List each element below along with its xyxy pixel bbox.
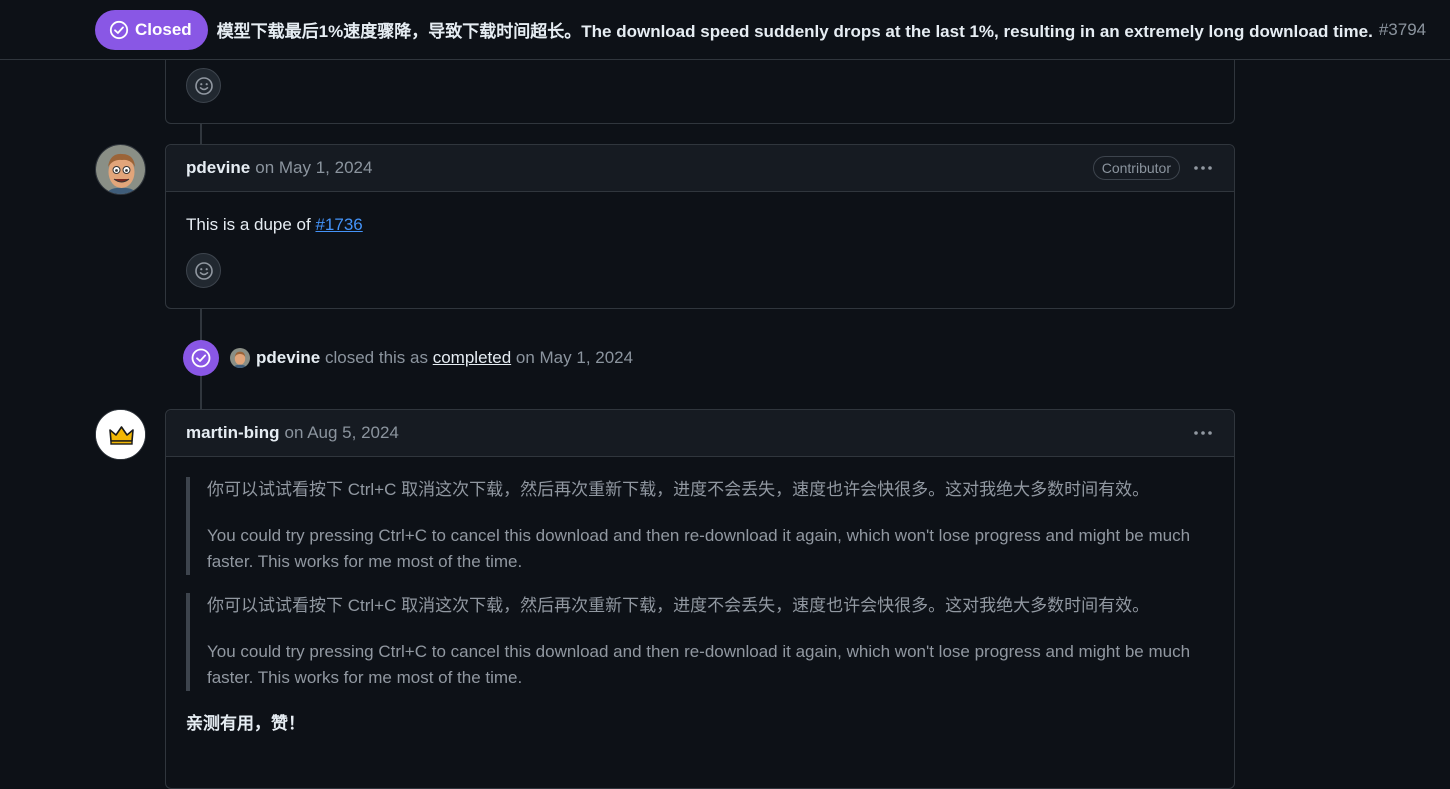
comment-options-button[interactable]	[1192, 157, 1214, 179]
comment-martin-bing: martin-bing on Aug 5, 2024 你可以试试看按下 Ctrl…	[165, 409, 1235, 789]
avatar-image	[230, 348, 250, 368]
kebab-horizontal-icon	[1194, 166, 1212, 170]
event-completed-link[interactable]: completed	[433, 348, 511, 367]
issue-number: #3794	[1378, 19, 1427, 39]
add-reaction-button[interactable]	[186, 253, 221, 288]
avatar-pdevine[interactable]	[95, 144, 146, 195]
quote-block: 你可以试试看按下 Ctrl+C 取消这次下载，然后再次重新下载，进度不会丢失，速…	[186, 593, 1214, 691]
smiley-icon	[194, 261, 213, 280]
kebab-horizontal-icon	[1194, 431, 1212, 435]
check-circle-icon	[191, 348, 211, 368]
issue-state-badge: Closed	[95, 9, 208, 50]
reply-text: 亲测有用，赞！	[186, 714, 305, 733]
add-reaction-button[interactable]	[186, 68, 221, 103]
event-actor[interactable]: pdevine	[256, 348, 320, 367]
issue-state-label: Closed	[135, 19, 192, 39]
closed-event-badge	[183, 340, 219, 376]
timeline-closed-event: pdevine closed this as completed on May …	[183, 340, 633, 376]
comment-body: This is a dupe of #1736	[166, 192, 1234, 255]
check-circle-icon	[109, 20, 129, 39]
contributor-badge: Contributor	[1092, 156, 1180, 180]
timeline-connector	[200, 123, 202, 145]
comment-pdevine: pdevine on May 1, 2024 Contributor This …	[165, 144, 1235, 309]
event-text-after: on May 1, 2024	[515, 348, 634, 367]
event-text: pdevine closed this as completed on May …	[256, 348, 633, 368]
quote-block: 你可以试试看按下 Ctrl+C 取消这次下载，然后再次重新下载，进度不会丢失，速…	[186, 477, 1214, 575]
event-text-before: closed this as	[324, 348, 428, 367]
issue-link[interactable]: #1736	[315, 215, 362, 234]
comment-header: martin-bing on Aug 5, 2024	[166, 410, 1234, 457]
quote-text-zh: 你可以试试看按下 Ctrl+C 取消这次下载，然后再次重新下载，进度不会丢失，速…	[207, 596, 1150, 615]
issue-title: 模型下载最后1%速度骤降，导致下载时间超长。The download speed…	[216, 22, 1373, 41]
comment-text: This is a dupe of	[186, 215, 316, 234]
event-actor-avatar[interactable]	[230, 348, 250, 368]
crown-icon	[96, 410, 145, 459]
avatar-martin-bing[interactable]	[95, 409, 146, 460]
comment-date[interactable]: on Aug 5, 2024	[285, 423, 399, 443]
comment-options-button[interactable]	[1192, 422, 1214, 444]
comment-author[interactable]: pdevine	[186, 158, 250, 178]
comment-body: 你可以试试看按下 Ctrl+C 取消这次下载，然后再次重新下载，进度不会丢失，速…	[166, 457, 1234, 754]
quote-text-en: You could try pressing Ctrl+C to cancel …	[207, 642, 1191, 687]
smiley-icon	[194, 76, 213, 95]
comment-author[interactable]: martin-bing	[186, 423, 280, 443]
quote-text-zh: 你可以试试看按下 Ctrl+C 取消这次下载，然后再次重新下载，进度不会丢失，速…	[207, 480, 1150, 499]
comment-date[interactable]: on May 1, 2024	[255, 158, 372, 178]
comment-header: pdevine on May 1, 2024 Contributor	[166, 145, 1234, 192]
issue-sticky-header: Closed 模型下载最后1%速度骤降，导致下载时间超长。The downloa…	[0, 0, 1450, 60]
avatar-image	[96, 145, 145, 194]
quote-text-en: You could try pressing Ctrl+C to cancel …	[207, 526, 1191, 571]
